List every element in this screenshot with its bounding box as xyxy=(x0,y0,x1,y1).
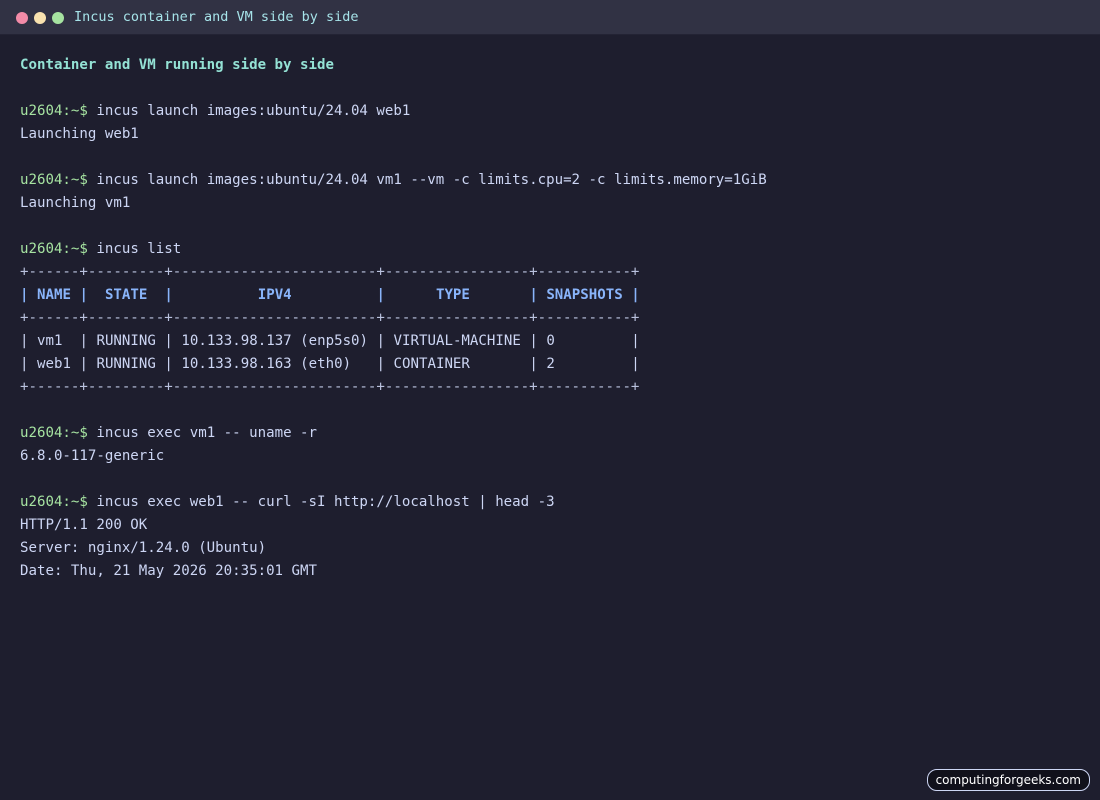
table-separator: | xyxy=(79,356,88,372)
output-text: 6.8.0-117-generic xyxy=(20,448,165,464)
table-separator: | xyxy=(631,287,640,303)
table-header-cell: SNAPSHOTS xyxy=(546,287,623,303)
command-text: incus exec web1 -- curl -sI http://local… xyxy=(96,494,555,510)
table-separator: | xyxy=(20,356,29,372)
table-separator: | xyxy=(631,333,640,349)
table-separator: | xyxy=(79,287,88,303)
table-separator: | xyxy=(529,333,538,349)
table-cell: 0 xyxy=(546,333,555,349)
terminal-window: Incus container and VM side by side Cont… xyxy=(0,0,1100,800)
section-heading: Container and VM running side by side xyxy=(20,54,767,77)
table-border-text: +------+---------+----------------------… xyxy=(20,310,640,326)
output-line: Launching web1 xyxy=(20,123,767,146)
shell-prompt: u2604:~$ xyxy=(20,494,88,510)
table-separator: | xyxy=(529,356,538,372)
table-header-cell: TYPE xyxy=(435,287,470,303)
table-cell: CONTAINER xyxy=(393,356,470,372)
command-text: incus exec vm1 -- uname -r xyxy=(96,425,318,441)
output-line: Launching vm1 xyxy=(20,192,767,215)
table-separator: | xyxy=(164,333,173,349)
output-line: HTTP/1.1 200 OK xyxy=(20,514,767,537)
heading-text: Container and VM running side by side xyxy=(20,57,334,73)
table-border: +------+---------+----------------------… xyxy=(20,376,767,399)
table-separator: | xyxy=(376,333,386,349)
table-cell: VIRTUAL-MACHINE xyxy=(393,333,521,349)
output-text: Launching vm1 xyxy=(20,195,131,211)
terminal-output[interactable]: Container and VM running side by side u26… xyxy=(20,54,767,583)
output-line: 6.8.0-117-generic xyxy=(20,445,767,468)
table-border-text: +------+---------+----------------------… xyxy=(20,264,640,280)
zoom-button[interactable] xyxy=(52,12,64,24)
table-cell: 10.133.98.163 (eth0) xyxy=(181,356,352,372)
command-text: incus launch images:ubuntu/24.04 web1 xyxy=(96,103,411,119)
output-line: Date: Thu, 21 May 2026 20:35:01 GMT xyxy=(20,560,767,583)
table-separator: | xyxy=(376,356,386,372)
table-separator: | xyxy=(631,356,640,372)
command-line: u2604:~$ incus list xyxy=(20,238,767,261)
output-text: HTTP/1.1 200 OK xyxy=(20,517,148,533)
table-separator: | xyxy=(20,333,29,349)
output-text: Launching web1 xyxy=(20,126,139,142)
shell-prompt: u2604:~$ xyxy=(20,241,88,257)
table-cell: RUNNING xyxy=(96,356,156,372)
command-text: incus list xyxy=(96,241,182,257)
close-button[interactable] xyxy=(16,12,28,24)
command-line: u2604:~$ incus launch images:ubuntu/24.0… xyxy=(20,169,767,192)
table-separator: | xyxy=(376,287,386,303)
command-line: u2604:~$ incus exec vm1 -- uname -r xyxy=(20,422,767,445)
table-cell: vm1 xyxy=(37,333,63,349)
title-bar: Incus container and VM side by side xyxy=(0,0,1100,35)
window-title: Incus container and VM side by side xyxy=(74,9,359,25)
output-text: Server: nginx/1.24.0 (Ubuntu) xyxy=(20,540,267,556)
shell-prompt: u2604:~$ xyxy=(20,103,88,119)
output-line: Server: nginx/1.24.0 (Ubuntu) xyxy=(20,537,767,560)
watermark: computingforgeeks.com xyxy=(926,769,1090,791)
table-separator: | xyxy=(20,287,29,303)
table-separator: | xyxy=(164,287,173,303)
table-separator: | xyxy=(79,333,88,349)
table-cell: web1 xyxy=(37,356,71,372)
shell-prompt: u2604:~$ xyxy=(20,172,88,188)
table-row: | vm1 | RUNNING | 10.133.98.137 (enp5s0)… xyxy=(20,330,767,353)
table-separator: | xyxy=(529,287,538,303)
output-text: Date: Thu, 21 May 2026 20:35:01 GMT xyxy=(20,563,317,579)
table-header-cell: IPV4 xyxy=(257,287,292,303)
shell-prompt: u2604:~$ xyxy=(20,425,88,441)
table-header-row: | NAME | STATE | IPV4 | TYPE | SNAPSHOTS… xyxy=(20,284,767,307)
table-cell: 10.133.98.137 (enp5s0) xyxy=(181,333,369,349)
table-cell: 2 xyxy=(546,356,555,372)
table-header-cell: STATE xyxy=(104,287,148,303)
command-line: u2604:~$ incus exec web1 -- curl -sI htt… xyxy=(20,491,767,514)
command-line: u2604:~$ incus launch images:ubuntu/24.0… xyxy=(20,100,767,123)
command-text: incus launch images:ubuntu/24.04 vm1 --v… xyxy=(96,172,767,188)
table-row: | web1 | RUNNING | 10.133.98.163 (eth0) … xyxy=(20,353,767,376)
minimize-button[interactable] xyxy=(34,12,46,24)
table-header-cell: NAME xyxy=(37,287,71,303)
table-border: +------+---------+----------------------… xyxy=(20,261,767,284)
table-cell: RUNNING xyxy=(96,333,156,349)
table-border-text: +------+---------+----------------------… xyxy=(20,379,640,395)
table-border: +------+---------+----------------------… xyxy=(20,307,767,330)
table-separator: | xyxy=(164,356,173,372)
